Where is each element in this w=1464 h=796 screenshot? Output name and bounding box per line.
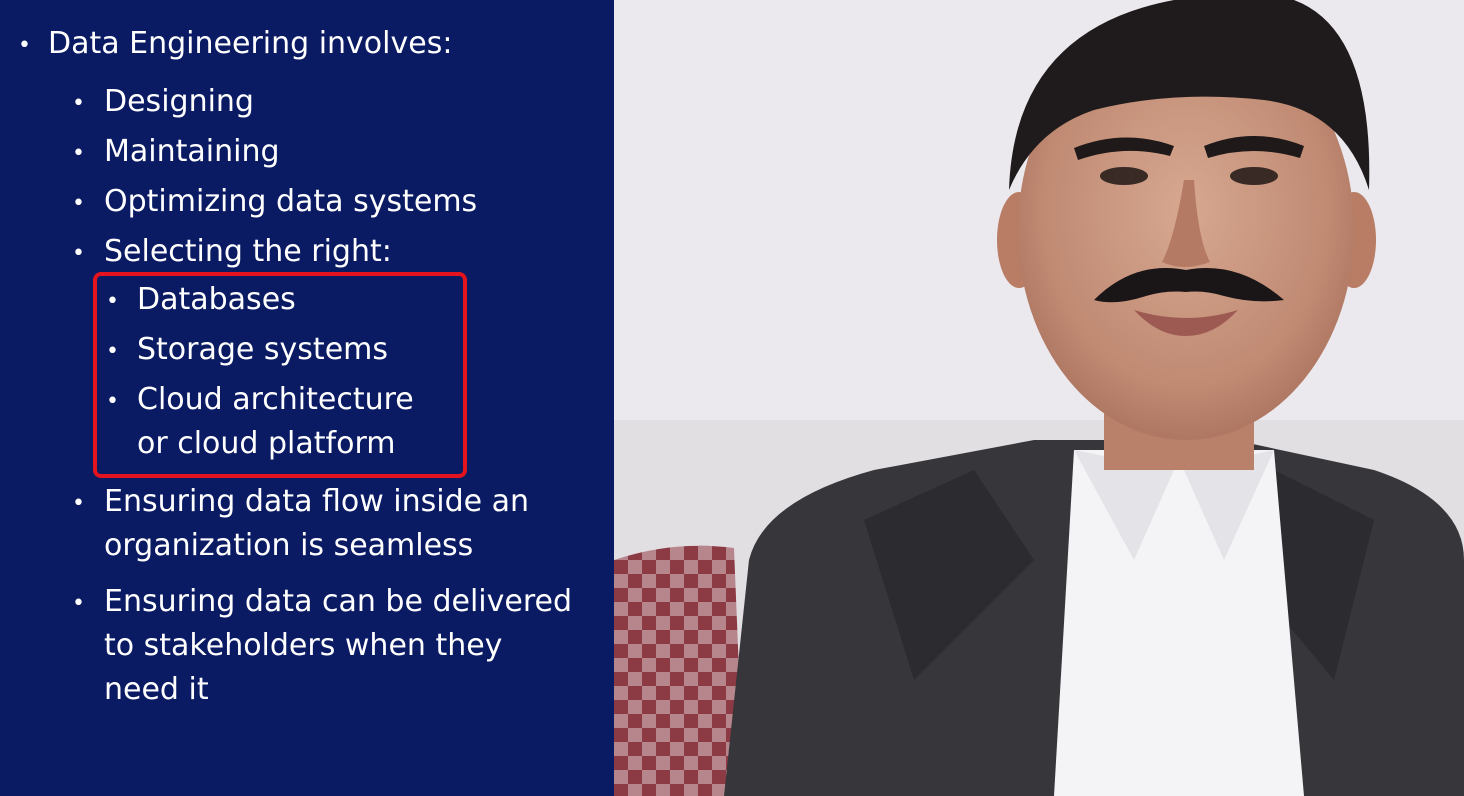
list-item-delivered-1: Ensuring data can be delivered	[104, 584, 573, 619]
presenter-video	[614, 0, 1464, 796]
bullet: •	[72, 241, 85, 266]
subitem-databases: Databases	[137, 282, 296, 317]
video-frame: • Data Engineering involves: • Designing…	[0, 0, 1464, 796]
subitem-storage-systems: Storage systems	[137, 332, 389, 367]
subitem-cloud-platform: or cloud platform	[137, 426, 396, 461]
list-item-maintaining: Maintaining	[104, 134, 280, 169]
list-item-data-flow-2: organization is seamless	[104, 528, 474, 563]
bullet: •	[18, 33, 31, 58]
list-item-selecting: Selecting the right:	[104, 234, 392, 269]
list-item-delivered-3: need it	[104, 672, 209, 707]
bullet: •	[72, 91, 85, 116]
slide-heading: Data Engineering involves:	[48, 26, 453, 61]
presenter-image	[614, 0, 1464, 796]
subitem-cloud-architecture: Cloud architecture	[137, 382, 414, 417]
slide-panel: • Data Engineering involves: • Designing…	[0, 0, 614, 796]
bullet: •	[106, 389, 119, 414]
bullet: •	[72, 141, 85, 166]
bullet: •	[72, 591, 85, 616]
list-item-optimizing: Optimizing data systems	[104, 184, 478, 219]
bullet: •	[72, 191, 85, 216]
list-item-delivered-2: to stakeholders when they	[104, 628, 503, 663]
list-item-data-flow-1: Ensuring data flow inside an	[104, 484, 530, 519]
bullet: •	[106, 339, 119, 364]
bullet: •	[72, 491, 85, 516]
bullet: •	[106, 289, 119, 314]
list-item-designing: Designing	[104, 84, 254, 119]
